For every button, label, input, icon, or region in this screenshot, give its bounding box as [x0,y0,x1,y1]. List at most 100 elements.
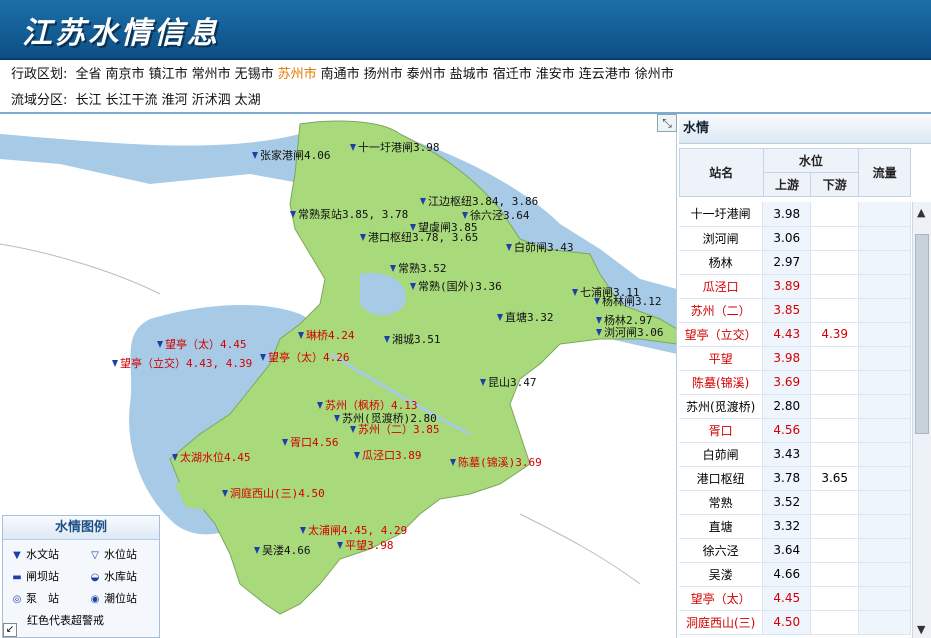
table-row[interactable]: 胥口 4.56 [679,418,911,443]
station-label[interactable]: 常熟3.52 [398,263,447,275]
cell-up: 3.43 [762,442,812,467]
water-panel: 水情 站名 水位 流量 上游 下游 十一圩港闸 3.98 浏河闸 3.06 杨林 2.97… [679,114,931,638]
cell-flow [858,202,911,227]
app-header: 江苏水情信息 [0,0,931,60]
admin-option[interactable]: 宿迁市 [493,67,532,82]
basin-option[interactable]: 沂沭泗 [192,93,231,108]
cell-name: 十一圩港闸 [679,202,764,227]
station-label[interactable]: 洞庭西山(三)4.50 [230,488,325,500]
admin-option[interactable]: 镇江市 [149,67,188,82]
cell-name: 望亭（太） [679,586,764,611]
table-row[interactable]: 瓜泾口 3.89 [679,274,911,299]
admin-option[interactable]: 徐州市 [635,67,674,82]
admin-option[interactable]: 常州市 [192,67,231,82]
station-label[interactable]: 太湖水位4.45 [180,452,251,464]
cell-up: 3.32 [762,514,812,539]
expand-map-button[interactable]: ⤡ [657,114,677,132]
basin-option[interactable]: 长江干流 [106,93,158,108]
station-label[interactable]: 江边枢纽3.84, 3.86 [428,196,538,208]
basin-option[interactable]: 淮河 [162,93,188,108]
admin-option[interactable]: 苏州市 [278,67,317,82]
station-label[interactable]: 陈墓(锦溪)3.69 [458,457,542,469]
table-scrollbar[interactable]: ▲ ▼ [912,202,931,638]
station-label[interactable]: 苏州（二）3.85 [358,424,440,436]
col-level: 水位 [762,148,860,173]
table-row[interactable]: 苏州（二） 3.85 [679,298,911,323]
admin-option[interactable]: 全省 [76,67,102,82]
table-row[interactable]: 杨林 2.97 [679,250,911,275]
station-label[interactable]: 望亭（立交）4.43, 4.39 [120,358,252,370]
admin-option[interactable]: 扬州市 [364,67,403,82]
basin-option[interactable]: 太湖 [235,93,261,108]
table-row[interactable]: 吴溇 4.66 [679,562,911,587]
admin-option[interactable]: 无锡市 [235,67,274,82]
table-row[interactable]: 洞庭西山(三) 4.50 [679,610,911,635]
table-row[interactable]: 常熟 3.52 [679,490,911,515]
table-row[interactable]: 望亭（立交） 4.43 4.39 [679,322,911,347]
cell-up: 3.85 [762,298,812,323]
cell-up: 3.69 [762,370,812,395]
station-label[interactable]: 瓜泾口3.89 [362,450,422,462]
admin-option[interactable]: 淮安市 [536,67,575,82]
cell-down [810,514,860,539]
station-label[interactable]: 白茆闸3.43 [514,242,574,254]
station-label[interactable]: 胥口4.56 [290,437,339,449]
cell-flow [858,226,911,251]
road-line [0,243,161,295]
table-row[interactable]: 望亭（太） 4.45 [679,586,911,611]
station-label[interactable]: 吴溇4.66 [262,545,311,557]
station-label[interactable]: 徐六泾3.64 [470,210,530,222]
station-label[interactable]: 十一圩港闸3.98 [358,142,440,154]
station-label[interactable]: 港口枢纽3.78, 3.65 [368,232,478,244]
table-row[interactable]: 苏州(觅渡桥) 2.80 [679,394,911,419]
table-row[interactable]: 陈墓(锦溪) 3.69 [679,370,911,395]
station-label[interactable]: 湘城3.51 [392,334,441,346]
col-station: 站名 [679,148,764,197]
cell-flow [858,394,911,419]
admin-filter-bar: 行政区划: 全省 南京市 镇江市 常州市 无锡市 苏州市 南通市 扬州市 泰州市 盐城市 宿迁市 淮安… [0,62,931,87]
cell-up: 3.52 [762,490,812,515]
cell-down: 3.65 [810,466,860,491]
table-row[interactable]: 浏河闸 3.06 [679,226,911,251]
legend-toggle-button[interactable]: ↙ [3,623,17,637]
scroll-up-icon[interactable]: ▲ [917,206,925,219]
table-row[interactable]: 直塘 3.32 [679,514,911,539]
station-label[interactable]: 常熟(国外)3.36 [418,281,502,293]
panel-title: 水情 [679,114,931,144]
page-title: 江苏水情信息 [22,16,220,51]
station-label[interactable]: 琳桥4.24 [306,330,355,342]
station-label[interactable]: 平望3.98 [345,540,394,552]
admin-option[interactable]: 连云港市 [579,67,631,82]
cell-up: 3.98 [762,202,812,227]
table-row[interactable]: 十一圩港闸 3.98 [679,202,911,227]
table-row[interactable]: 平望 3.98 [679,346,911,371]
station-label[interactable]: 直塘3.32 [505,312,554,324]
station-label[interactable]: 张家港闸4.06 [260,150,331,162]
scroll-down-icon[interactable]: ▼ [917,623,925,636]
station-label[interactable]: 常熟泵站3.85, 3.78 [298,209,408,221]
cell-flow [858,442,911,467]
station-label[interactable]: 望亭（太）4.45 [165,339,247,351]
cell-up: 4.50 [762,610,812,635]
cell-name: 胥口 [679,418,764,443]
table-row[interactable]: 徐六泾 3.64 [679,538,911,563]
station-label[interactable]: 太浦闸4.45, 4.29 [308,525,407,537]
cell-up: 3.78 [762,466,812,491]
station-label[interactable]: 望亭（太）4.26 [268,352,350,364]
station-label[interactable]: 杨林闸3.12 [602,296,662,308]
cell-flow [858,514,911,539]
admin-option[interactable]: 盐城市 [450,67,489,82]
cell-up: 3.06 [762,226,812,251]
station-label[interactable]: 昆山3.47 [488,377,537,389]
admin-option[interactable]: 泰州市 [407,67,446,82]
station-label[interactable]: 浏河闸3.06 [604,327,664,339]
station-label[interactable]: 苏州（枫桥）4.13 [325,400,418,412]
table-row[interactable]: 港口枢纽 3.78 3.65 [679,466,911,491]
cell-name: 杨林 [679,250,764,275]
cell-flow [858,538,911,563]
admin-option[interactable]: 南京市 [106,67,145,82]
table-row[interactable]: 白茆闸 3.43 [679,442,911,467]
basin-option[interactable]: 长江 [76,93,102,108]
scroll-thumb[interactable] [915,234,929,434]
admin-option[interactable]: 南通市 [321,67,360,82]
